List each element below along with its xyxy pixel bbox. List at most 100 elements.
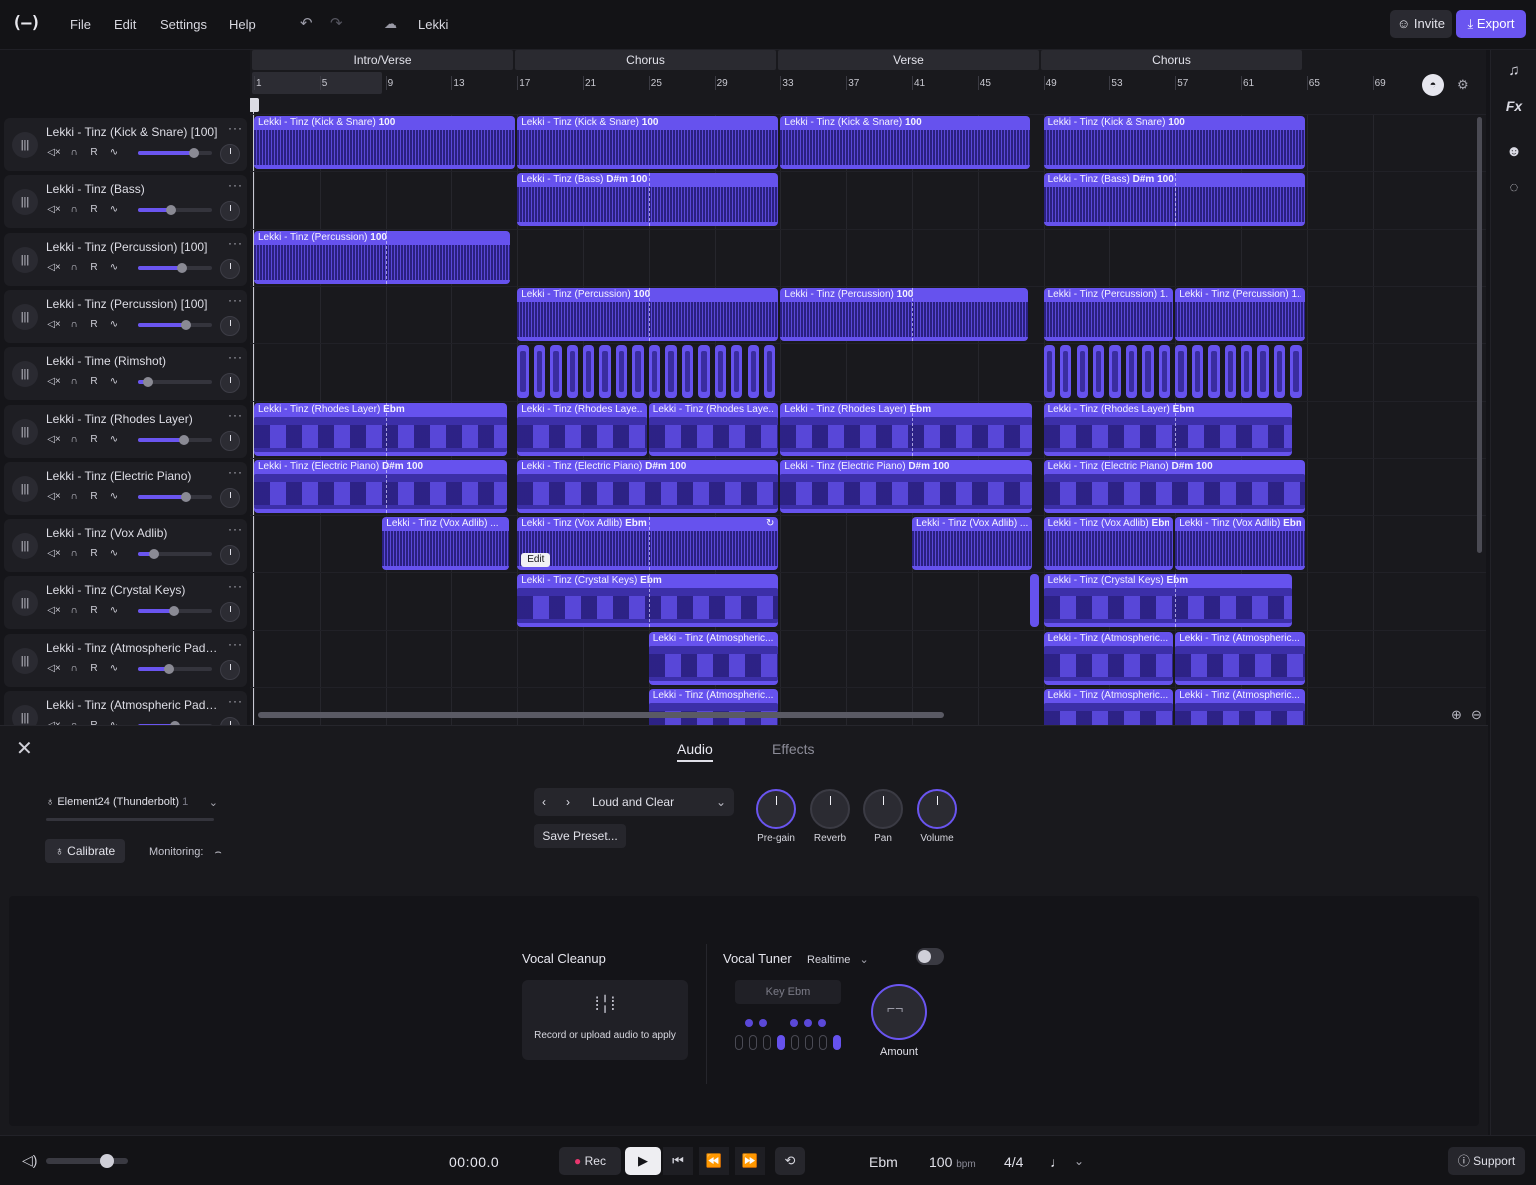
headphones-icon[interactable]: ∩ [66, 718, 82, 725]
record-arm-button[interactable]: R [86, 546, 102, 562]
headphones-icon[interactable]: ∩ [66, 546, 82, 562]
more-options-icon[interactable]: ··· [228, 236, 243, 250]
note-dot[interactable] [745, 1019, 753, 1027]
section-3[interactable]: Chorus [1041, 50, 1302, 70]
chat-icon[interactable]: ◌ [1491, 179, 1536, 196]
note-toggle[interactable] [735, 1035, 743, 1050]
rimshot-clip[interactable] [681, 345, 694, 399]
track-volume-slider[interactable] [138, 377, 212, 388]
audio-clip[interactable]: Lekki - Tinz (Rhodes Layer) Ebm [254, 402, 507, 456]
headphones-icon[interactable]: ∩ [66, 202, 82, 218]
mute-icon[interactable]: ◁× [46, 260, 62, 276]
track-header[interactable]: ||| Lekki - Tinz (Rhodes Layer) ··· ◁× ∩ R ∿ [4, 404, 247, 458]
loop-region[interactable] [252, 72, 382, 94]
note-toggle[interactable] [763, 1035, 771, 1050]
audio-clip[interactable]: Lekki - Tinz (Bass) D#m 100 [517, 173, 779, 227]
waveform-icon[interactable]: ||| [12, 361, 38, 388]
more-options-icon[interactable]: ··· [228, 465, 243, 479]
record-arm-button[interactable]: R [86, 260, 102, 276]
amount-knob[interactable]: ⌐¬ [871, 984, 927, 1040]
support-button[interactable]: ⓘ Support [1448, 1147, 1525, 1175]
automation-icon[interactable]: ∿ [106, 546, 122, 562]
audio-clip[interactable]: Lekki - Tinz (Rhodes Layer) Ebm [1043, 402, 1292, 456]
record-arm-button[interactable]: R [86, 374, 102, 390]
pan-knob[interactable] [220, 602, 240, 623]
audio-clip[interactable]: Lekki - Tinz (Atmospheric... [648, 689, 779, 725]
note-toggle[interactable] [777, 1035, 785, 1050]
arrangement-timeline[interactable]: Intro/Verse Chorus Verse Chorus 1 5 9 13 17 21 25… [250, 50, 1486, 725]
volume-knob[interactable] [917, 789, 957, 829]
mute-icon[interactable]: ◁× [46, 202, 62, 218]
pan-knob[interactable] [220, 315, 240, 336]
mute-icon[interactable]: ◁× [46, 317, 62, 333]
note-dot[interactable] [759, 1019, 767, 1027]
pan-knob[interactable] [220, 430, 240, 451]
loop-button[interactable]: ⟲ [775, 1147, 805, 1175]
audio-clip[interactable]: Lekki - Tinz (Vox Adlib) ... [382, 517, 509, 571]
rimshot-clip[interactable] [1142, 345, 1154, 399]
audio-clip[interactable]: Lekki - Tinz (Vox Adlib) Ebm [1175, 517, 1305, 571]
chevron-down-icon[interactable]: ⌄ [716, 795, 726, 809]
audio-clip[interactable]: Lekki - Tinz (Kick & Snare) 100 [1043, 116, 1305, 169]
volume-thumb[interactable] [181, 319, 192, 330]
rimshot-clip[interactable] [1043, 345, 1056, 399]
automation-icon[interactable]: ∿ [106, 374, 122, 390]
preset-selector[interactable]: ‹ › Loud and Clear ⌄ [534, 788, 734, 816]
reverb-knob[interactable] [810, 789, 850, 829]
audio-clip[interactable]: Lekki - Tinz (Kick & Snare) 100 [517, 116, 779, 169]
track-name[interactable]: Lekki - Tinz (Electric Piano) [46, 469, 218, 483]
rimshot-clip[interactable] [599, 345, 611, 399]
mute-icon[interactable]: ◁× [46, 546, 62, 562]
headphones-icon[interactable]: ∩ [66, 374, 82, 390]
invite-button[interactable]: ☺ Invite [1390, 10, 1452, 38]
waveform-icon[interactable]: ||| [12, 533, 38, 560]
rimshot-clip[interactable] [763, 345, 776, 399]
rimshot-clip[interactable] [1175, 345, 1187, 399]
record-arm-button[interactable]: R [86, 202, 102, 218]
audio-clip[interactable]: Lekki - Tinz (Atmospheric... [1043, 631, 1174, 685]
waveform-icon[interactable]: ||| [12, 647, 38, 674]
audio-clip[interactable]: Lekki - Tinz (Atmospheric... [1175, 689, 1305, 725]
mute-icon[interactable]: ◁× [46, 603, 62, 619]
horizontal-scrollbar[interactable] [258, 712, 944, 718]
track-header[interactable]: ||| Lekki - Tinz (Bass) ··· ◁× ∩ R ∿ [4, 175, 247, 229]
volume-thumb[interactable] [188, 148, 199, 158]
rimshot-clip[interactable] [1109, 345, 1121, 399]
track-volume-slider[interactable] [138, 549, 212, 560]
export-button[interactable]: ⤓ Export [1456, 10, 1526, 38]
track-header[interactable]: ||| Lekki - Tinz (Percussion) [100] ··· ◁× ∩… [4, 232, 247, 286]
waveform-icon[interactable]: ||| [12, 246, 38, 273]
headphones-icon[interactable]: ∩ [66, 260, 82, 276]
menu-help[interactable]: Help [229, 17, 256, 32]
automation-icon[interactable]: ∿ [106, 603, 122, 619]
note-dot[interactable] [804, 1019, 812, 1027]
audio-clip[interactable]: Lekki - Tinz (Rhodes Laye... [648, 402, 779, 456]
section-0[interactable]: Intro/Verse [252, 50, 513, 70]
preset-prev-icon[interactable]: ‹ [542, 795, 546, 809]
audio-clip[interactable]: Lekki - Tinz (Electric Piano) D#m 100 [780, 459, 1032, 513]
more-options-icon[interactable]: ··· [228, 637, 243, 651]
automation-icon[interactable]: ∿ [106, 260, 122, 276]
play-button[interactable]: ▶ [625, 1147, 661, 1175]
rimshot-clip[interactable] [1125, 345, 1138, 399]
pan-knob[interactable] [220, 201, 240, 222]
track-name[interactable]: Lekki - Tinz (Kick & Snare) [100] [46, 125, 218, 139]
zoom-in-icon[interactable]: ⊕ [1451, 707, 1462, 723]
rimshot-clip[interactable] [648, 345, 661, 399]
section-2[interactable]: Verse [778, 50, 1039, 70]
audio-clip[interactable]: Lekki - Tinz (Rhodes Laye... [517, 402, 647, 456]
record-arm-button[interactable]: R [86, 603, 102, 619]
clip-fragment[interactable] [1030, 574, 1040, 628]
rimshot-clip[interactable] [731, 345, 743, 399]
audio-clip[interactable]: Lekki - Tinz (Percussion) 100 [517, 287, 779, 341]
save-preset-button[interactable]: Save Preset... [534, 824, 626, 848]
rimshot-clip[interactable] [1257, 345, 1269, 399]
automation-icon[interactable]: ∿ [106, 718, 122, 725]
audio-clip[interactable]: Lekki - Tinz (Crystal Keys) Ebm [1043, 574, 1292, 628]
pan-knob[interactable] [220, 258, 240, 279]
note-toggle[interactable] [819, 1035, 827, 1050]
track-name[interactable]: Lekki - Tinz (Atmospheric Pad 0... [46, 641, 218, 655]
track-name[interactable]: Lekki - Tinz (Vox Adlib) [46, 526, 218, 540]
waveform-icon[interactable]: ||| [12, 590, 38, 617]
track-header[interactable]: ||| Lekki - Tinz (Kick & Snare) [100] ··· ◁… [4, 118, 247, 171]
